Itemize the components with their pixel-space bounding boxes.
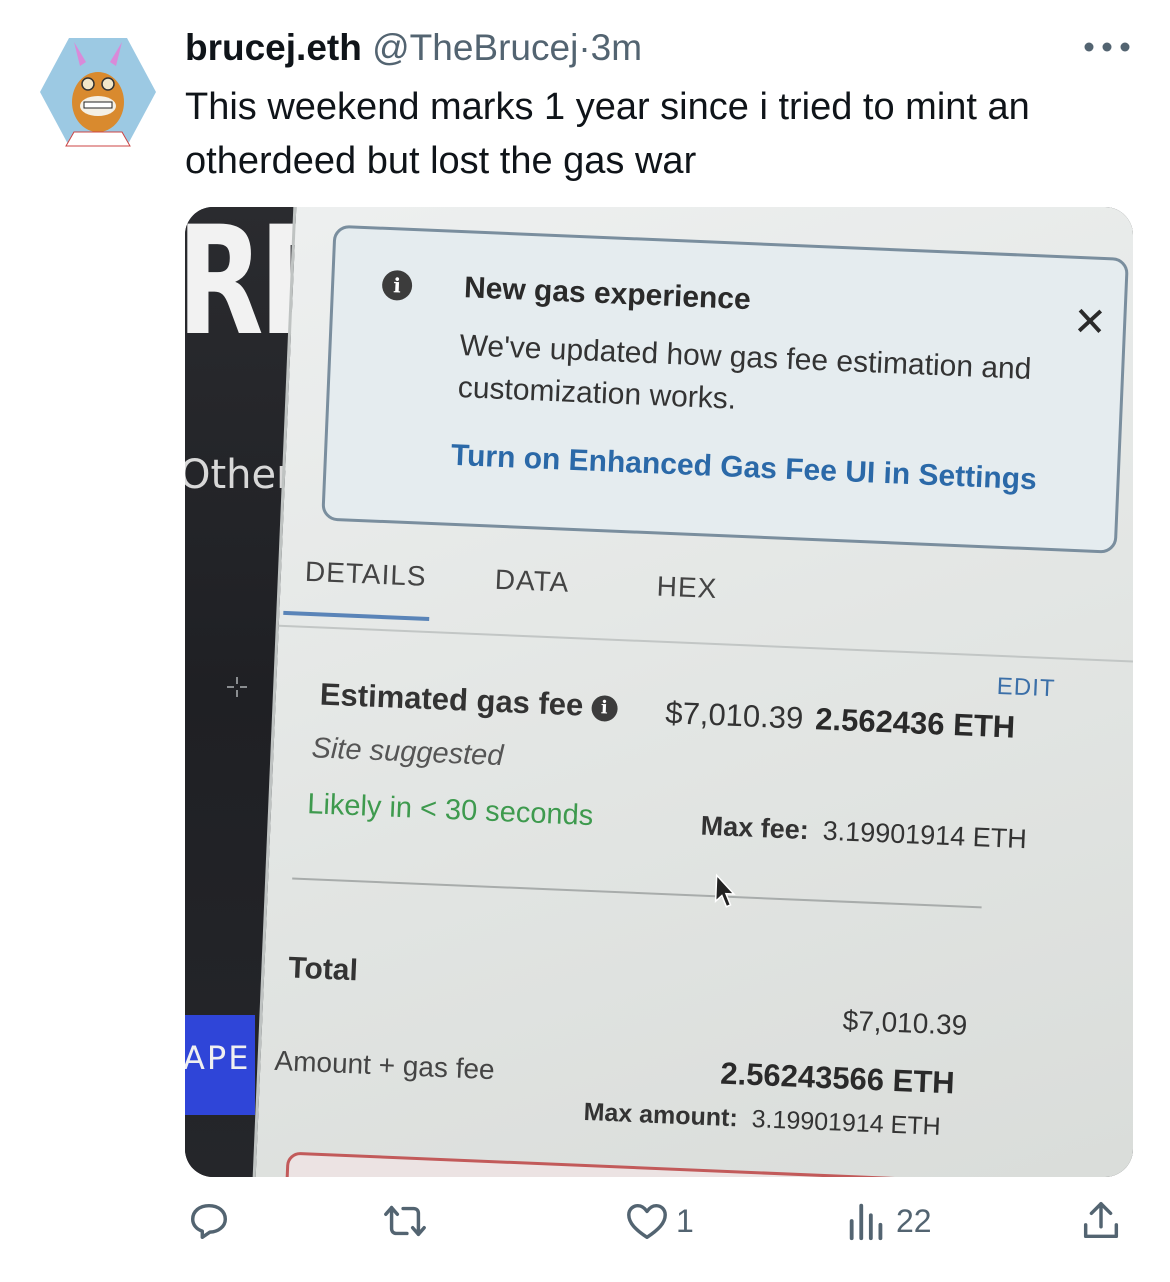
notice-link: Turn on Enhanced Gas Fee UI in Settings: [450, 438, 1038, 497]
tab-hex: HEX: [656, 570, 718, 605]
tweet-time[interactable]: 3m: [591, 27, 642, 68]
views-button[interactable]: 22: [844, 1196, 932, 1246]
more-icon[interactable]: [1082, 34, 1132, 60]
total-eth: 2.56243566 ETH: [719, 1055, 956, 1101]
like-button[interactable]: 1: [624, 1196, 694, 1246]
likely-time: Likely in < 30 seconds: [306, 788, 594, 833]
user-handle[interactable]: @TheBrucej: [372, 27, 578, 68]
reply-button[interactable]: [186, 1196, 238, 1246]
bg-fragment-ape: APE: [185, 1039, 251, 1077]
views-count: 22: [896, 1202, 932, 1239]
estimated-usd: $7,010.39: [664, 695, 805, 736]
views-icon: [849, 1203, 883, 1241]
bg-fragment-other: Other: [185, 452, 293, 498]
max-fee-row: Max fee: 3.19901914 ETH: [700, 811, 1027, 856]
insufficient-funds-warning: [281, 1151, 993, 1177]
edit-link: EDIT: [996, 672, 1057, 703]
estimated-gas-fee-label: Estimated gas fee: [319, 676, 585, 723]
tweet-header: brucej.eth @TheBrucej·3m: [185, 26, 642, 70]
retweet-button[interactable]: [382, 1196, 434, 1246]
tab-bar: DETAILS DATA HEX: [278, 544, 1133, 667]
gas-notice: i New gas experience We've updated how g…: [321, 224, 1129, 554]
avatar[interactable]: [40, 36, 156, 148]
total-label: Total: [287, 951, 359, 988]
tab-details: DETAILS: [304, 555, 428, 592]
reply-icon: [190, 1203, 228, 1240]
active-tab-indicator: [283, 610, 430, 622]
max-amount-value: 3.19901914 ETH: [751, 1104, 942, 1141]
retweet-icon: [384, 1205, 426, 1237]
notice-title: New gas experience: [463, 271, 752, 317]
wallet-screen: i New gas experience We've updated how g…: [248, 207, 1133, 1177]
tab-data: DATA: [494, 563, 571, 598]
separator-dot: ·: [578, 27, 591, 68]
max-fee-value: 3.19901914 ETH: [822, 815, 1028, 855]
tweet-actions: 1 22: [0, 1196, 1170, 1256]
site-suggested: Site suggested: [311, 732, 505, 773]
max-amount-label: Max amount:: [583, 1097, 739, 1133]
close-icon: ✕: [1072, 298, 1108, 347]
estimated-eth: 2.562436 ETH: [814, 701, 1016, 745]
info-icon: i: [590, 694, 618, 722]
max-fee-label: Max fee:: [700, 810, 810, 846]
max-amount-row: Max amount: 3.19901914 ETH: [583, 1098, 941, 1142]
crosshair-icon: [227, 677, 247, 697]
share-button[interactable]: [1078, 1196, 1124, 1246]
divider: [292, 877, 982, 909]
notice-body: We've updated how gas fee estimation and…: [457, 329, 1033, 416]
like-count: 1: [676, 1202, 694, 1239]
tweet-text: This weekend marks 1 year since i tried …: [185, 86, 1030, 182]
share-icon: [1083, 1202, 1119, 1239]
info-icon: i: [381, 269, 413, 301]
mouse-cursor-icon: [714, 873, 736, 908]
like-icon: [627, 1203, 667, 1240]
estimated-gas-fee-row: Estimated gas fee i: [319, 677, 618, 725]
total-usd: $7,010.39: [842, 1004, 968, 1041]
tweet-photo[interactable]: RDI Other APE i New gas experience We've…: [185, 207, 1133, 1177]
display-name[interactable]: brucej.eth: [185, 27, 362, 68]
amount-gas-label: Amount + gas fee: [273, 1044, 496, 1086]
